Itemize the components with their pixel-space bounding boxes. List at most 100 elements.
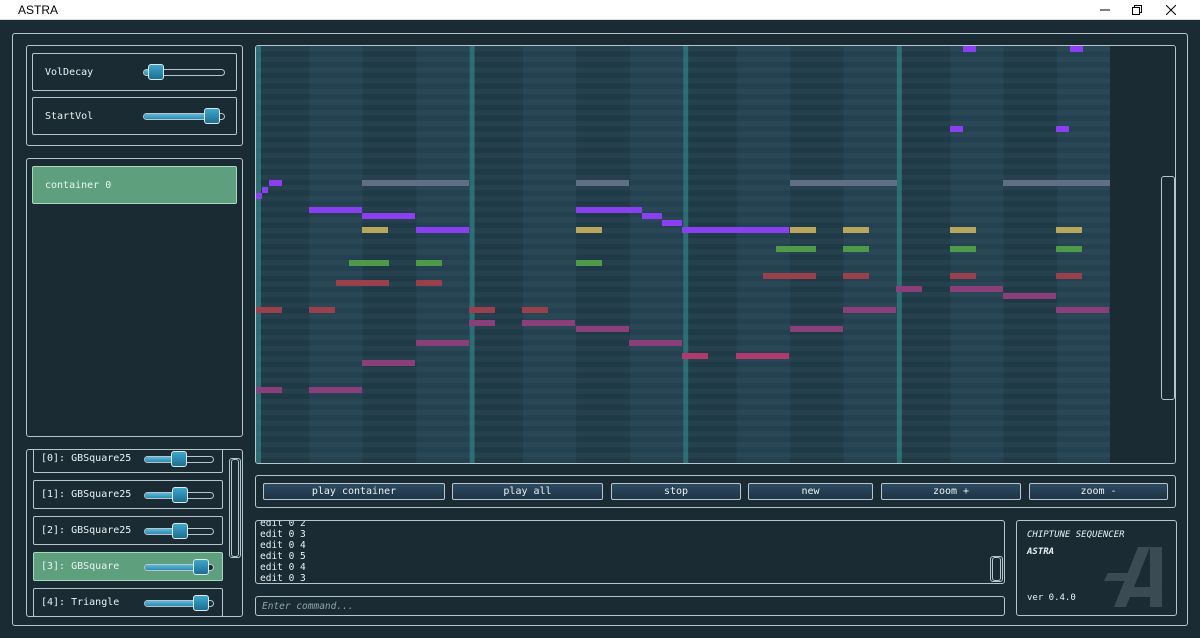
note [790, 326, 843, 332]
pitch-row [256, 463, 1110, 464]
bar-line [256, 46, 261, 463]
instrument-volume-slider[interactable] [144, 487, 214, 503]
roll-scrollbar[interactable] [1161, 46, 1175, 463]
pitch-row [256, 249, 1110, 254]
instrument-scrollbar[interactable] [229, 458, 241, 558]
pitch-row [256, 110, 1110, 115]
instrument-label: [1]: GBSquare25 [41, 489, 132, 500]
note [309, 387, 362, 393]
log-lines: edit 0 2 edit 0 3 edit 0 4 edit 0 5 edit 0 4… [260, 521, 306, 584]
slider-thumb[interactable] [172, 487, 189, 503]
command-input[interactable] [255, 596, 1005, 616]
param-startvol: StartVol [32, 97, 237, 135]
note [950, 286, 1003, 292]
stop-button[interactable]: stop [611, 483, 741, 500]
note [309, 207, 362, 213]
instrument-row[interactable]: [3]: GBSquare [33, 552, 223, 581]
pitch-row [256, 421, 1110, 426]
instrument-label: [3]: GBSquare [41, 561, 120, 572]
pitch-row [256, 292, 1110, 297]
astra-logo-icon [1104, 547, 1162, 607]
scrollbar-thumb[interactable] [1161, 176, 1175, 400]
note [349, 260, 389, 266]
param-label: VolDecay [45, 67, 94, 78]
note [256, 387, 282, 393]
note [522, 307, 548, 313]
pitch-row [256, 271, 1110, 276]
about-panel: CHIPTUNE SEQUENCER ASTRA ver 0.4.0 [1016, 520, 1177, 616]
pitch-row [256, 164, 1110, 169]
note [469, 307, 495, 313]
zoom-out-button[interactable]: zoom - [1029, 483, 1168, 500]
pitch-row [256, 388, 1110, 393]
piano-roll[interactable] [255, 45, 1176, 464]
close-button[interactable] [1148, 0, 1194, 20]
note [963, 46, 976, 52]
log-line: edit 0 4 [260, 562, 306, 573]
note [682, 353, 708, 359]
title-bar: ASTRA [0, 0, 1200, 20]
note [576, 326, 629, 332]
slider-thumb[interactable] [171, 451, 187, 467]
note [362, 360, 415, 366]
log-line: edit 0 3 [260, 573, 306, 584]
bar-line [896, 46, 902, 463]
startvol-slider[interactable] [143, 108, 225, 124]
instrument-row[interactable]: [0]: GBSquare25 [33, 450, 223, 473]
slider-thumb[interactable] [203, 108, 220, 124]
scrollbar-thumb[interactable] [231, 459, 239, 557]
pitch-row [256, 89, 1110, 94]
instrument-list-panel: [0]: GBSquare25 [1]: GBSquare25 [2]: GBSqu… [26, 449, 243, 617]
note [269, 180, 282, 186]
instrument-volume-slider[interactable] [144, 523, 214, 539]
instrument-volume-slider[interactable] [144, 559, 214, 575]
log-output: edit 0 2 edit 0 3 edit 0 4 edit 0 5 edit 0 4… [255, 520, 1005, 584]
slider-thumb[interactable] [192, 559, 209, 575]
slider-thumb[interactable] [148, 64, 165, 80]
note [896, 286, 922, 292]
instrument-row[interactable]: [1]: GBSquare25 [33, 480, 223, 509]
instrument-volume-slider[interactable] [144, 451, 214, 467]
note [1056, 126, 1069, 132]
play-all-button[interactable]: play all [452, 483, 603, 500]
instrument-label: [0]: GBSquare25 [41, 453, 132, 464]
instrument-label: [2]: GBSquare25 [41, 525, 132, 536]
pitch-row [256, 207, 1110, 212]
pitch-row [256, 174, 1110, 179]
note [309, 307, 335, 313]
pitch-row [256, 121, 1110, 126]
note-grid[interactable] [256, 46, 1176, 464]
note [642, 213, 662, 219]
zoom-in-button[interactable]: zoom + [881, 483, 1021, 500]
note [682, 227, 789, 233]
play-container-button[interactable]: play container [263, 483, 445, 500]
note [262, 187, 268, 193]
pitch-row [256, 367, 1110, 372]
log-line: edit 0 3 [260, 529, 306, 540]
window-title: ASTRA [18, 2, 59, 17]
restore-icon [1132, 5, 1142, 15]
note [763, 273, 816, 279]
note [256, 307, 282, 313]
new-button[interactable]: new [748, 483, 873, 500]
container-item[interactable]: container 0 [32, 166, 237, 204]
container-label: container 0 [45, 180, 112, 191]
log-scrollbar[interactable] [990, 556, 1003, 582]
note [790, 180, 897, 186]
note [416, 260, 442, 266]
container-list-panel: container 0 [26, 158, 243, 437]
pitch-row [256, 78, 1110, 83]
note [843, 307, 896, 313]
pitch-row [256, 324, 1110, 329]
instrument-row[interactable]: [2]: GBSquare25 [33, 516, 223, 545]
slider-thumb[interactable] [192, 595, 209, 611]
pitch-row [256, 410, 1110, 415]
bar-line [683, 46, 689, 463]
scrollbar-thumb[interactable] [992, 557, 1001, 581]
instrument-row[interactable]: [4]: Triangle [33, 588, 223, 616]
note [362, 213, 415, 219]
instrument-volume-slider[interactable] [144, 595, 214, 611]
note [662, 220, 682, 226]
voldecay-slider[interactable] [143, 64, 225, 80]
slider-thumb[interactable] [172, 523, 189, 539]
